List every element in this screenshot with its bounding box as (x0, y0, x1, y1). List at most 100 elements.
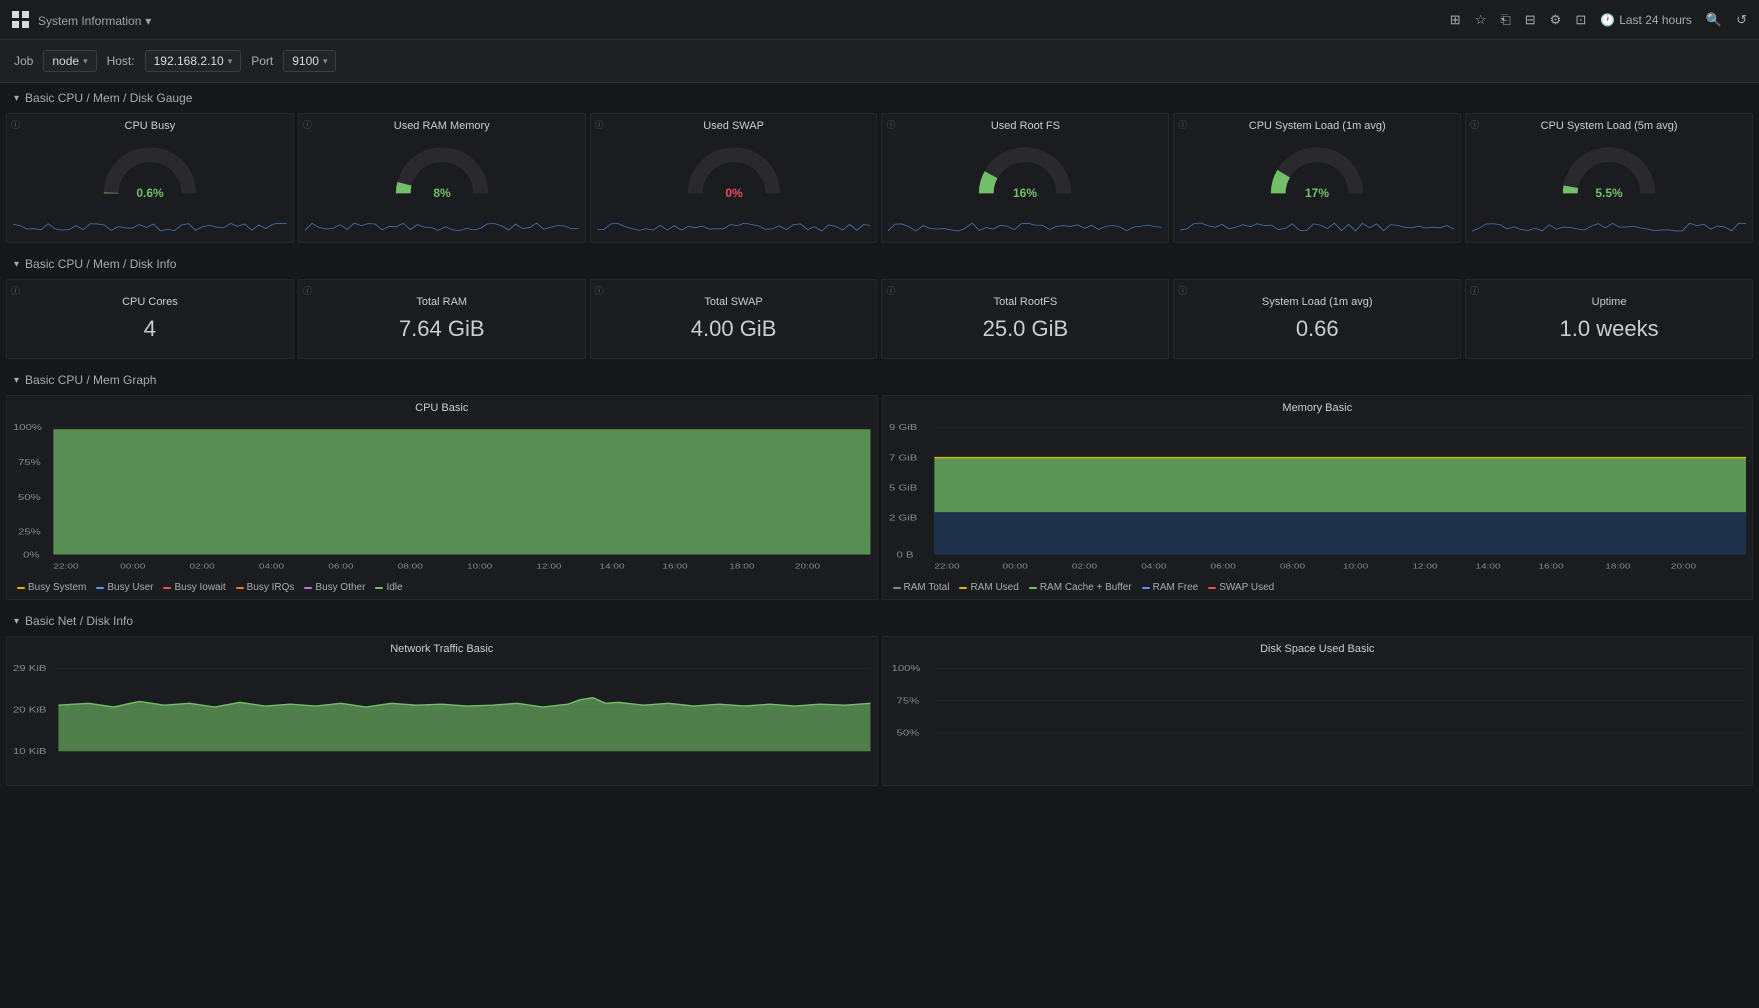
info-card-title: Total RAM (416, 296, 467, 308)
host-select[interactable]: 192.168.2.10 ▾ (145, 50, 242, 72)
info-card-value: 4.00 GiB (691, 316, 777, 342)
port-label: Port (251, 54, 273, 68)
info-card: ⓘ Total SWAP 4.00 GiB (590, 279, 878, 359)
legend-ram-free: RAM Free (1142, 582, 1199, 593)
filter-bar: Job node ▾ Host: 192.168.2.10 ▾ Port 910… (0, 40, 1759, 83)
gauge-svg-wrap: 16% (888, 136, 1162, 201)
info-icon: ⓘ (595, 284, 604, 297)
info-card-title: Total SWAP (704, 296, 762, 308)
search-icon[interactable]: 🔍 (1706, 12, 1722, 28)
graph-section-header[interactable]: ▾ Basic CPU / Mem Graph (0, 365, 1759, 395)
network-graph-card: Network Traffic Basic 29 KiB 20 KiB 10 K… (6, 636, 878, 786)
gauge-section-label: Basic CPU / Mem / Disk Gauge (25, 91, 192, 105)
svg-text:100%: 100% (13, 423, 42, 432)
svg-text:22:00: 22:00 (934, 562, 959, 570)
gauge-svg-wrap: 17% (1180, 136, 1454, 201)
sparkline (305, 205, 579, 233)
time-range[interactable]: 🕐 Last 24 hours (1600, 13, 1692, 27)
net-graph-area: 29 KiB 20 KiB 10 KiB (13, 659, 871, 779)
gauge-wrap: 16% (888, 136, 1162, 201)
sparkline (597, 205, 871, 233)
gauge-svg-wrap: 5.5% (1472, 136, 1746, 201)
library-icon[interactable]: ⊟ (1525, 12, 1536, 28)
gauge-cards-row: ⓘ CPU Busy 0.6% ⓘ Used RAM Memory 8% ⓘ U (0, 113, 1759, 249)
netdisk-section-label: Basic Net / Disk Info (25, 614, 133, 628)
info-cards-row: ⓘ CPU Cores 4 ⓘ Total RAM 7.64 GiB ⓘ Tot… (0, 279, 1759, 365)
svg-text:08:00: 08:00 (1279, 562, 1304, 570)
monitor-icon[interactable]: ⊡ (1575, 12, 1586, 28)
info-card-title: CPU Cores (122, 296, 178, 308)
info-icon: ⓘ (595, 118, 604, 131)
cpu-legend: Busy System Busy User Busy Iowait Busy I… (13, 582, 871, 593)
memory-graph-card: Memory Basic 9 GiB 7 GiB 5 GiB 2 GiB 0 B (882, 395, 1754, 600)
port-select[interactable]: 9100 ▾ (283, 50, 336, 72)
svg-text:25%: 25% (18, 528, 41, 537)
info-chevron: ▾ (14, 259, 19, 270)
star-icon[interactable]: ☆ (1475, 12, 1487, 28)
gauge-svg: 8% (382, 136, 502, 201)
gauge-card: ⓘ Used RAM Memory 8% (298, 113, 586, 243)
gauge-title: CPU System Load (1m avg) (1180, 120, 1454, 132)
svg-text:02:00: 02:00 (190, 562, 215, 570)
svg-text:5 GiB: 5 GiB (889, 484, 918, 493)
gauge-svg: 0% (674, 136, 794, 201)
gauge-card: ⓘ CPU Busy 0.6% (6, 113, 294, 243)
cpu-mem-graphs: CPU Basic 100% 75% 50% 25% 0% (0, 395, 1759, 606)
info-icon: ⓘ (11, 118, 20, 131)
gear-icon[interactable]: ⚙ (1550, 12, 1562, 28)
info-card-title: Total RootFS (994, 296, 1058, 308)
share-icon[interactable]: ⎗ (1500, 12, 1510, 28)
svg-text:0 B: 0 B (896, 551, 913, 560)
gauge-wrap: 0.6% (13, 136, 287, 201)
svg-text:75%: 75% (896, 697, 919, 706)
gauge-svg-wrap: 8% (305, 136, 579, 201)
svg-text:5.5%: 5.5% (1595, 186, 1623, 200)
svg-text:14:00: 14:00 (599, 562, 624, 570)
netdisk-chevron: ▾ (14, 616, 19, 627)
legend-swap-used: SWAP Used (1208, 582, 1274, 593)
info-section-header[interactable]: ▾ Basic CPU / Mem / Disk Info (0, 249, 1759, 279)
sparkline (1180, 205, 1454, 233)
svg-text:12:00: 12:00 (536, 562, 561, 570)
svg-text:29 KiB: 29 KiB (13, 664, 47, 673)
info-card-value: 25.0 GiB (983, 316, 1069, 342)
job-select[interactable]: node ▾ (43, 50, 96, 72)
legend-busy-system: Busy System (17, 582, 86, 593)
svg-text:0.6%: 0.6% (136, 186, 164, 200)
gauge-card: ⓘ CPU System Load (5m avg) 5.5% (1465, 113, 1753, 243)
info-card-title: Uptime (1592, 296, 1627, 308)
sparkline (1472, 205, 1746, 233)
title-arrow[interactable]: ▾ (145, 14, 151, 28)
svg-text:14:00: 14:00 (1475, 562, 1500, 570)
sparkline (13, 205, 287, 233)
app-logo (12, 11, 30, 29)
mem-legend: RAM Total RAM Used RAM Cache + Buffer RA… (889, 582, 1747, 593)
gauge-wrap: 0% (597, 136, 871, 201)
chart-add-icon[interactable]: ⊞ (1450, 12, 1461, 28)
top-nav: System Information ▾ ⊞ ☆ ⎗ ⊟ ⚙ ⊡ 🕐 Last … (0, 0, 1759, 40)
svg-text:2 GiB: 2 GiB (889, 514, 918, 523)
svg-text:16%: 16% (1013, 186, 1037, 200)
info-card: ⓘ Uptime 1.0 weeks (1465, 279, 1753, 359)
svg-text:00:00: 00:00 (120, 562, 145, 570)
svg-text:8%: 8% (433, 186, 451, 200)
main-content: ▾ Basic CPU / Mem / Disk Gauge ⓘ CPU Bus… (0, 83, 1759, 792)
info-icon: ⓘ (1470, 284, 1479, 297)
legend-ram-total: RAM Total (893, 582, 950, 593)
host-label: Host: (107, 54, 135, 68)
svg-text:75%: 75% (18, 458, 41, 467)
gauge-section-header[interactable]: ▾ Basic CPU / Mem / Disk Gauge (0, 83, 1759, 113)
refresh-icon[interactable]: ↺ (1736, 12, 1747, 28)
info-card: ⓘ Total RootFS 25.0 GiB (881, 279, 1169, 359)
svg-text:08:00: 08:00 (398, 562, 423, 570)
info-card-value: 1.0 weeks (1560, 316, 1659, 342)
info-card-title: System Load (1m avg) (1262, 296, 1373, 308)
gauge-title: CPU System Load (5m avg) (1472, 120, 1746, 132)
legend-ram-cache: RAM Cache + Buffer (1029, 582, 1132, 593)
gauge-wrap: 17% (1180, 136, 1454, 201)
gauge-title: Used Root FS (888, 120, 1162, 132)
net-graph-title: Network Traffic Basic (13, 643, 871, 655)
gauge-title: Used SWAP (597, 120, 871, 132)
netdisk-section-header[interactable]: ▾ Basic Net / Disk Info (0, 606, 1759, 636)
gauge-svg-wrap: 0% (597, 136, 871, 201)
